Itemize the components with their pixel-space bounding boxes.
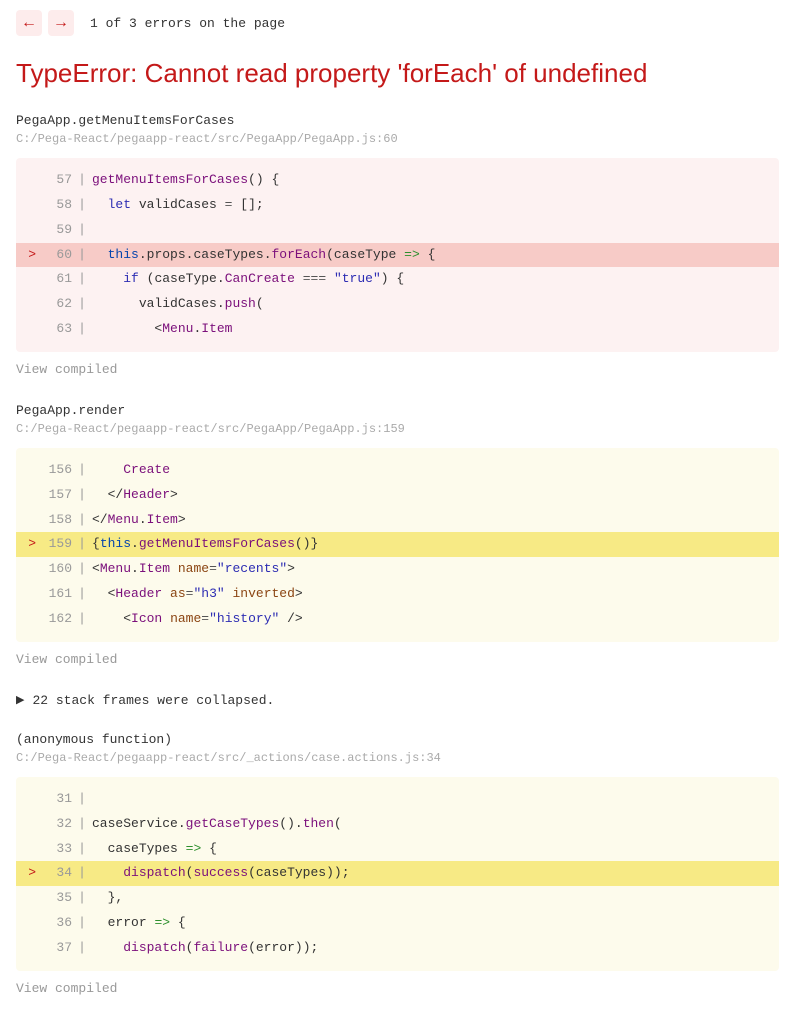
frame-location: C:/Pega-React/pegaapp-react/src/_actions… bbox=[16, 751, 779, 765]
code-line: 160 | <Menu.Item name="recents"> bbox=[16, 557, 779, 582]
view-compiled-link[interactable]: View compiled bbox=[16, 981, 779, 996]
error-counter: 1 of 3 errors on the page bbox=[90, 16, 285, 31]
code-line: 62 | validCases.push( bbox=[16, 292, 779, 317]
code-line: 31 | bbox=[16, 787, 779, 812]
code-line: 33 | caseTypes => { bbox=[16, 837, 779, 862]
code-block: 156 | Create 157 | </Header> 158 | </Men… bbox=[16, 448, 779, 642]
code-line: 156 | Create bbox=[16, 458, 779, 483]
code-line: 161 | <Header as="h3" inverted> bbox=[16, 582, 779, 607]
code-line-highlighted: > 34 | dispatch(success(caseTypes)); bbox=[16, 861, 779, 886]
code-line: 57 | getMenuItemsForCases() { bbox=[16, 168, 779, 193]
code-line: 162 | <Icon name="history" /> bbox=[16, 607, 779, 632]
collapsed-frames-toggle[interactable]: ▶ 22 stack frames were collapsed. bbox=[16, 693, 779, 708]
frame-function: PegaApp.render bbox=[16, 403, 779, 418]
view-compiled-link[interactable]: View compiled bbox=[16, 652, 779, 667]
stack-frame: PegaApp.getMenuItemsForCases C:/Pega-Rea… bbox=[16, 113, 779, 377]
code-line: 157 | </Header> bbox=[16, 483, 779, 508]
code-line: 37 | dispatch(failure(error)); bbox=[16, 936, 779, 961]
code-line: 59 | bbox=[16, 218, 779, 243]
frame-location: C:/Pega-React/pegaapp-react/src/PegaApp/… bbox=[16, 132, 779, 146]
frame-function: PegaApp.getMenuItemsForCases bbox=[16, 113, 779, 128]
chevron-right-icon: ▶ bbox=[16, 693, 24, 707]
view-compiled-link[interactable]: View compiled bbox=[16, 362, 779, 377]
code-block: 31 | 32 | caseService.getCaseTypes().the… bbox=[16, 777, 779, 971]
stack-frame: PegaApp.render C:/Pega-React/pegaapp-rea… bbox=[16, 403, 779, 667]
code-block: 57 | getMenuItemsForCases() { 58 | let v… bbox=[16, 158, 779, 352]
frame-function: (anonymous function) bbox=[16, 732, 779, 747]
code-line: 35 | }, bbox=[16, 886, 779, 911]
prev-error-button[interactable]: ← bbox=[16, 10, 42, 36]
code-line: 61 | if (caseType.CanCreate === "true") … bbox=[16, 267, 779, 292]
stack-frame: (anonymous function) C:/Pega-React/pegaa… bbox=[16, 732, 779, 996]
code-line-highlighted: > 159 | {this.getMenuItemsForCases()} bbox=[16, 532, 779, 557]
code-line: 58 | let validCases = []; bbox=[16, 193, 779, 218]
code-line: 63 | <Menu.Item bbox=[16, 317, 779, 342]
code-line: 36 | error => { bbox=[16, 911, 779, 936]
error-nav: ← → 1 of 3 errors on the page bbox=[16, 10, 779, 36]
collapsed-frames-label: 22 stack frames were collapsed. bbox=[32, 693, 274, 708]
code-line-highlighted: > 60 | this.props.caseTypes.forEach(case… bbox=[16, 243, 779, 268]
code-line: 158 | </Menu.Item> bbox=[16, 508, 779, 533]
code-line: 32 | caseService.getCaseTypes().then( bbox=[16, 812, 779, 837]
next-error-button[interactable]: → bbox=[48, 10, 74, 36]
error-title: TypeError: Cannot read property 'forEach… bbox=[16, 58, 779, 89]
frame-location: C:/Pega-React/pegaapp-react/src/PegaApp/… bbox=[16, 422, 779, 436]
